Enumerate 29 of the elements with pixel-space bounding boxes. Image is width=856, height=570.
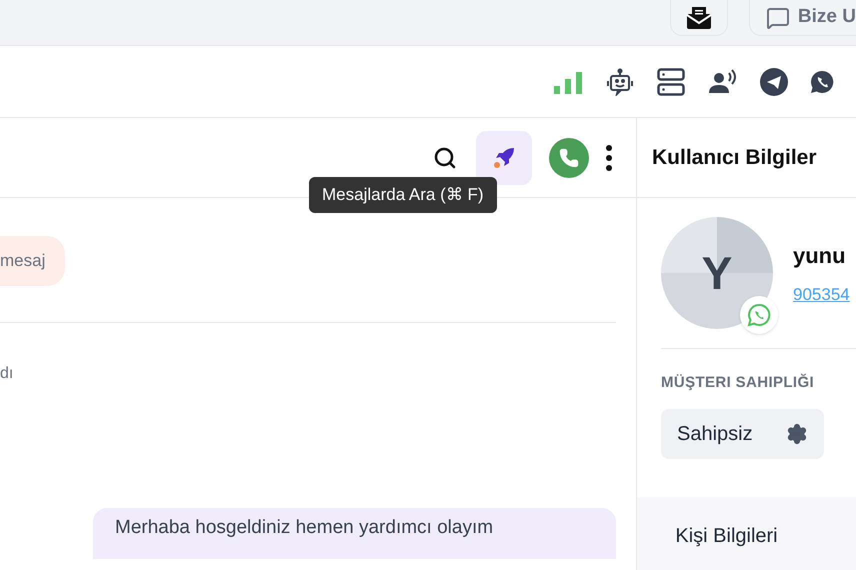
robot-icon <box>606 68 634 96</box>
more-button[interactable] <box>606 144 612 170</box>
section-label: MÜŞTERI SAHIPLIĞI <box>661 374 814 391</box>
signal-icon <box>554 70 584 94</box>
gear-icon <box>786 423 808 445</box>
paper-plane-icon <box>760 68 788 96</box>
panel-title: Kullanıcı Bilgiler <box>652 144 817 171</box>
phone-icon <box>559 148 579 168</box>
rocket-button[interactable] <box>476 130 532 184</box>
server-icon <box>656 66 686 96</box>
contact-name: yunu <box>793 242 847 270</box>
tab[interactable]: Kişi Bilgileri <box>675 521 778 549</box>
call-button[interactable] <box>549 138 589 178</box>
message-bubble: mesaj <box>0 236 66 286</box>
tooltip: Mesajlarda Ara (⌘ F) <box>309 177 497 212</box>
envelope-icon <box>686 6 712 30</box>
message-text: dı <box>0 365 14 382</box>
mail-button[interactable] <box>670 0 728 36</box>
avatar-letter: Y <box>702 250 732 296</box>
rocket-icon <box>492 146 516 170</box>
phone-bubble-icon <box>810 70 834 94</box>
help-button[interactable]: Bize U <box>748 0 856 36</box>
owner-button[interactable]: Sahipsiz <box>661 409 824 459</box>
more-icon <box>606 144 612 170</box>
speaker-icon <box>708 68 738 94</box>
search-icon <box>433 146 457 170</box>
whatsapp-icon <box>747 303 771 327</box>
message-bubble: Merhaba hosgeldiniz hemen yardımcı olayım <box>93 508 616 558</box>
chat-icon <box>766 6 790 30</box>
